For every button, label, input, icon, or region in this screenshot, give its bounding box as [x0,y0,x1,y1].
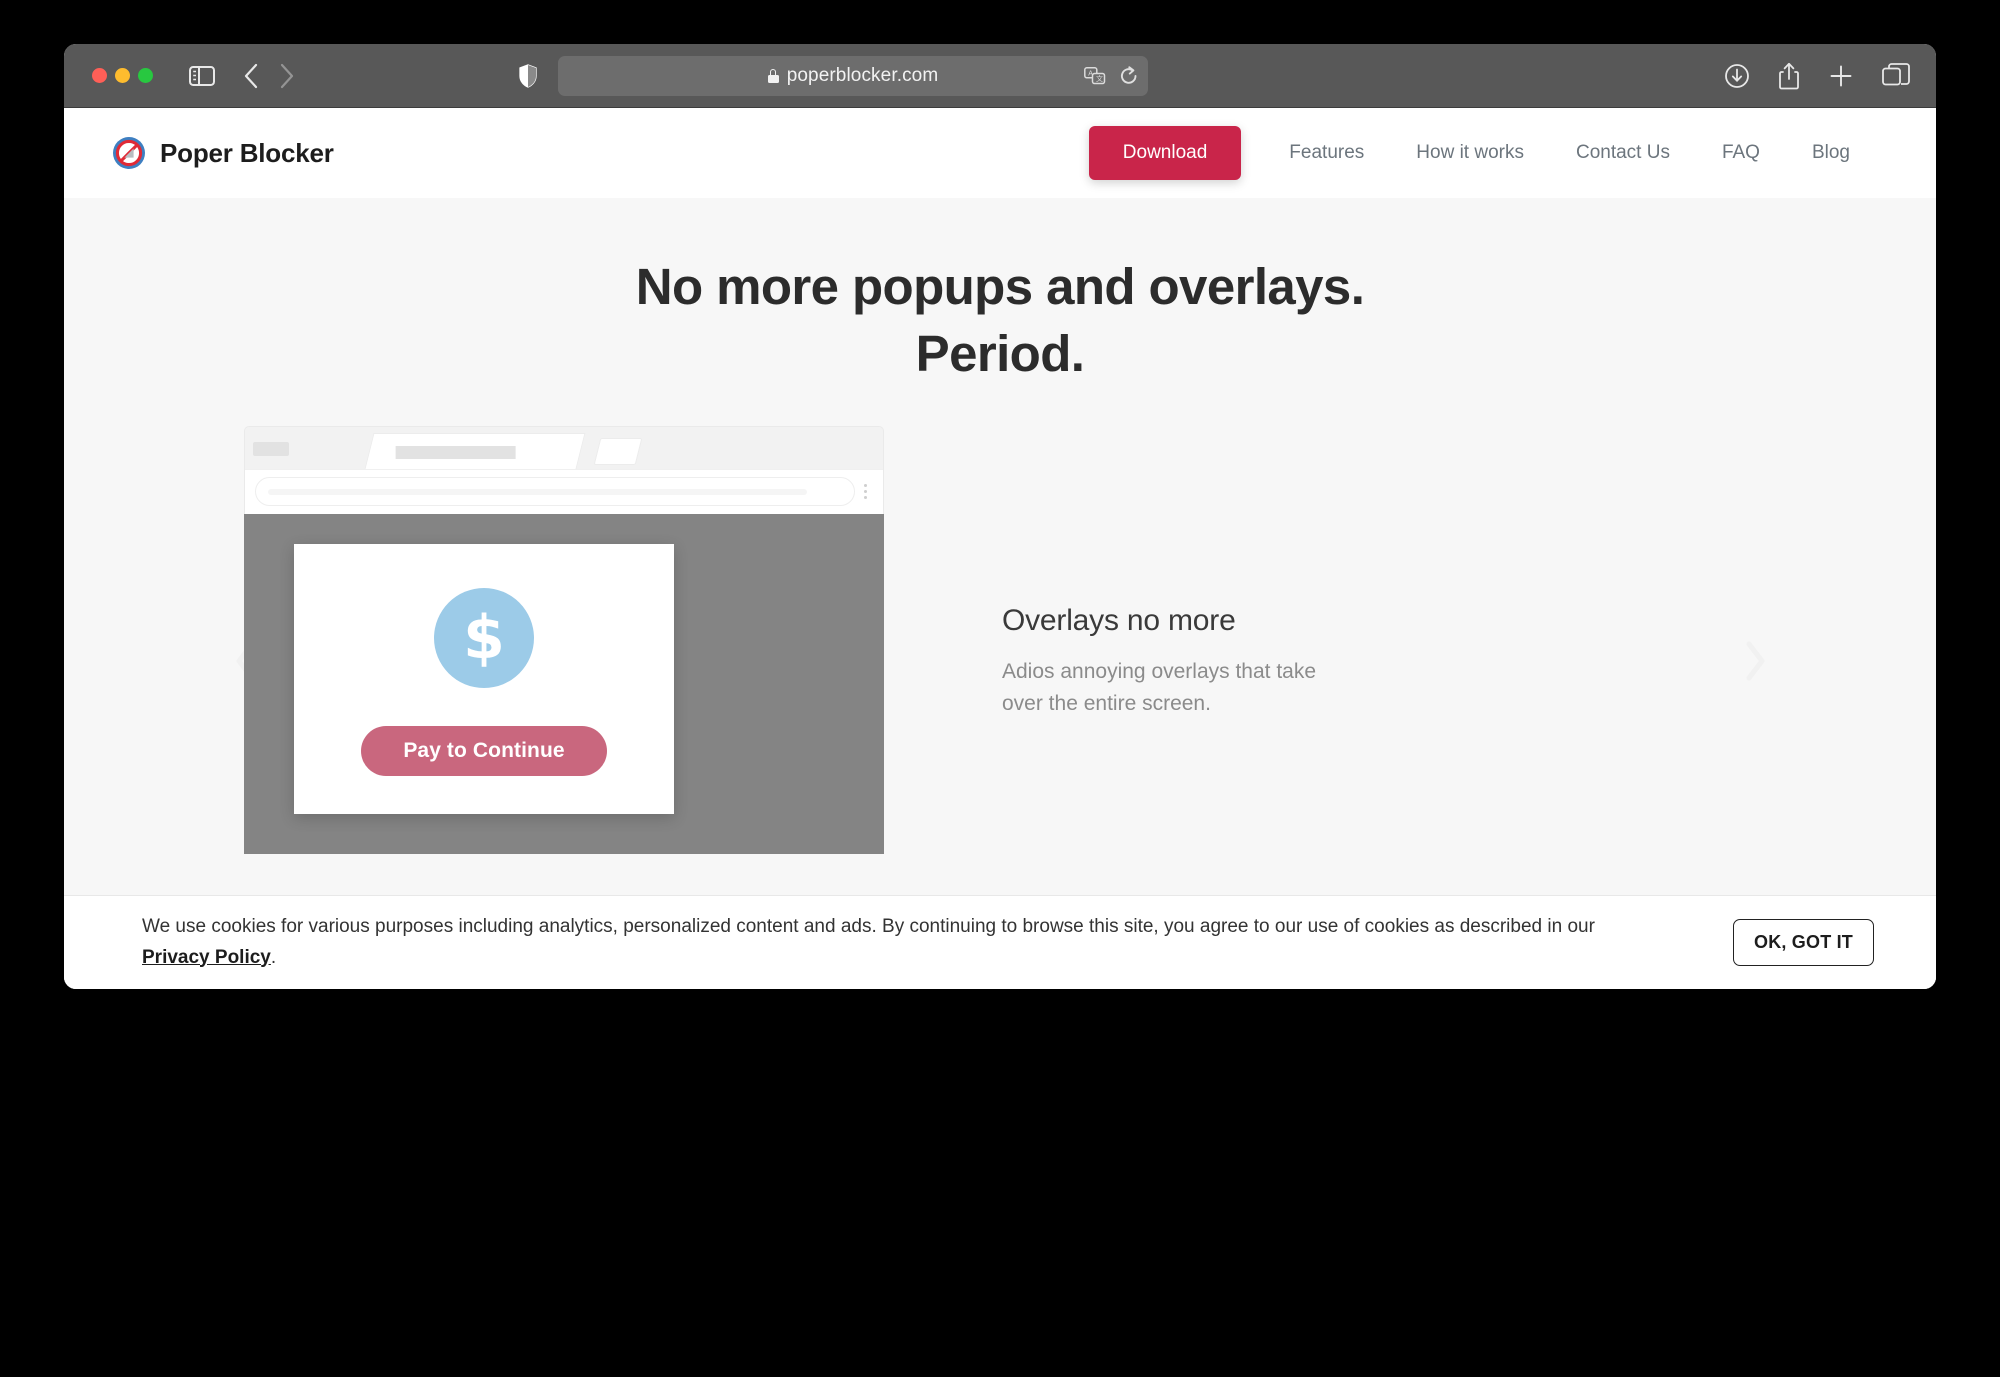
feature-carousel: $ Pay to Continue Overlays no more Adios… [64,425,1936,915]
mock-kebab-menu-icon [855,484,875,500]
sidebar-icon[interactable] [189,65,215,86]
reload-icon[interactable] [1120,66,1138,86]
cookie-text-after: . [270,946,277,968]
web-page: Poper Blocker Download Features How it w… [64,108,1936,989]
close-window-button[interactable] [92,68,107,83]
address-bar[interactable]: poperblocker.com A 文 [558,56,1148,96]
browser-window: poperblocker.com A 文 Poper Blocker Downl… [64,44,1936,989]
cookie-text-before: We use cookies for various purposes incl… [142,915,1595,937]
svg-text:文: 文 [1096,74,1103,83]
back-chevron-icon[interactable] [243,63,259,89]
page-title: No more popups and overlays. Period. [64,198,1936,388]
carousel-next-arrow[interactable] [1738,636,1772,686]
mock-tab-active [364,432,586,469]
hero-line-2: Period. [915,325,1085,383]
nav-link-faq[interactable]: FAQ [1696,142,1786,164]
share-icon[interactable] [1778,62,1800,90]
download-button[interactable]: Download [1088,126,1242,180]
translate-icon[interactable]: A 文 [1084,67,1106,85]
privacy-shield-icon[interactable] [519,63,537,88]
brand[interactable]: Poper Blocker [112,136,334,170]
lock-icon [767,69,779,83]
nav-link-features[interactable]: Features [1263,142,1390,164]
mock-browser-illustration: $ Pay to Continue [244,425,884,854]
dollar-coin-icon: $ [434,587,534,688]
pay-to-continue-button: Pay to Continue [361,725,607,776]
site-header: Poper Blocker Download Features How it w… [64,108,1936,198]
url-text: poperblocker.com [786,65,939,86]
toolbar-right-actions [1724,62,1910,90]
window-traffic-lights [64,68,153,83]
mock-browser-chrome [244,425,884,514]
mock-url-row [245,468,883,514]
address-bar-actions: A 文 [1084,66,1138,86]
nav-link-contact-us[interactable]: Contact Us [1550,142,1696,164]
mock-tab-inactive [253,441,289,456]
tab-overview-icon[interactable] [1882,62,1910,89]
cookie-accept-button[interactable]: OK, GOT IT [1733,919,1874,966]
plus-icon[interactable] [1828,63,1854,89]
mock-page-overlay: $ Pay to Continue [244,513,884,854]
cookie-banner-text: We use cookies for various purposes incl… [78,912,1608,974]
cookie-consent-banner: We use cookies for various purposes incl… [64,895,1936,989]
slide-title: Overlays no more [1002,603,1236,637]
carousel-slide: $ Pay to Continue Overlays no more Adios… [64,425,1936,854]
mock-tab-bar [245,427,883,469]
forward-chevron-icon[interactable] [279,63,295,89]
nav-link-blog[interactable]: Blog [1786,142,1876,164]
mock-popup-dialog: $ Pay to Continue [294,543,674,814]
brand-name: Poper Blocker [160,137,334,168]
mock-address-bar [255,477,855,507]
nav-link-how-it-works[interactable]: How it works [1390,142,1550,164]
minimize-window-button[interactable] [115,68,130,83]
hero-line-1: No more popups and overlays. [635,258,1365,315]
browser-toolbar: poperblocker.com A 文 [64,44,1936,108]
mock-new-tab-button [593,437,643,465]
slide-description: Adios annoying overlays that take over t… [1002,659,1317,716]
carousel-slide-text: Overlays no more Adios annoying overlays… [884,426,1324,721]
download-icon[interactable] [1724,63,1750,89]
no-popup-prohibition-icon [112,136,146,170]
privacy-policy-link[interactable]: Privacy Policy [142,947,271,968]
main-nav: Download Features How it works Contact U… [1088,126,1876,180]
zoom-window-button[interactable] [138,68,153,83]
